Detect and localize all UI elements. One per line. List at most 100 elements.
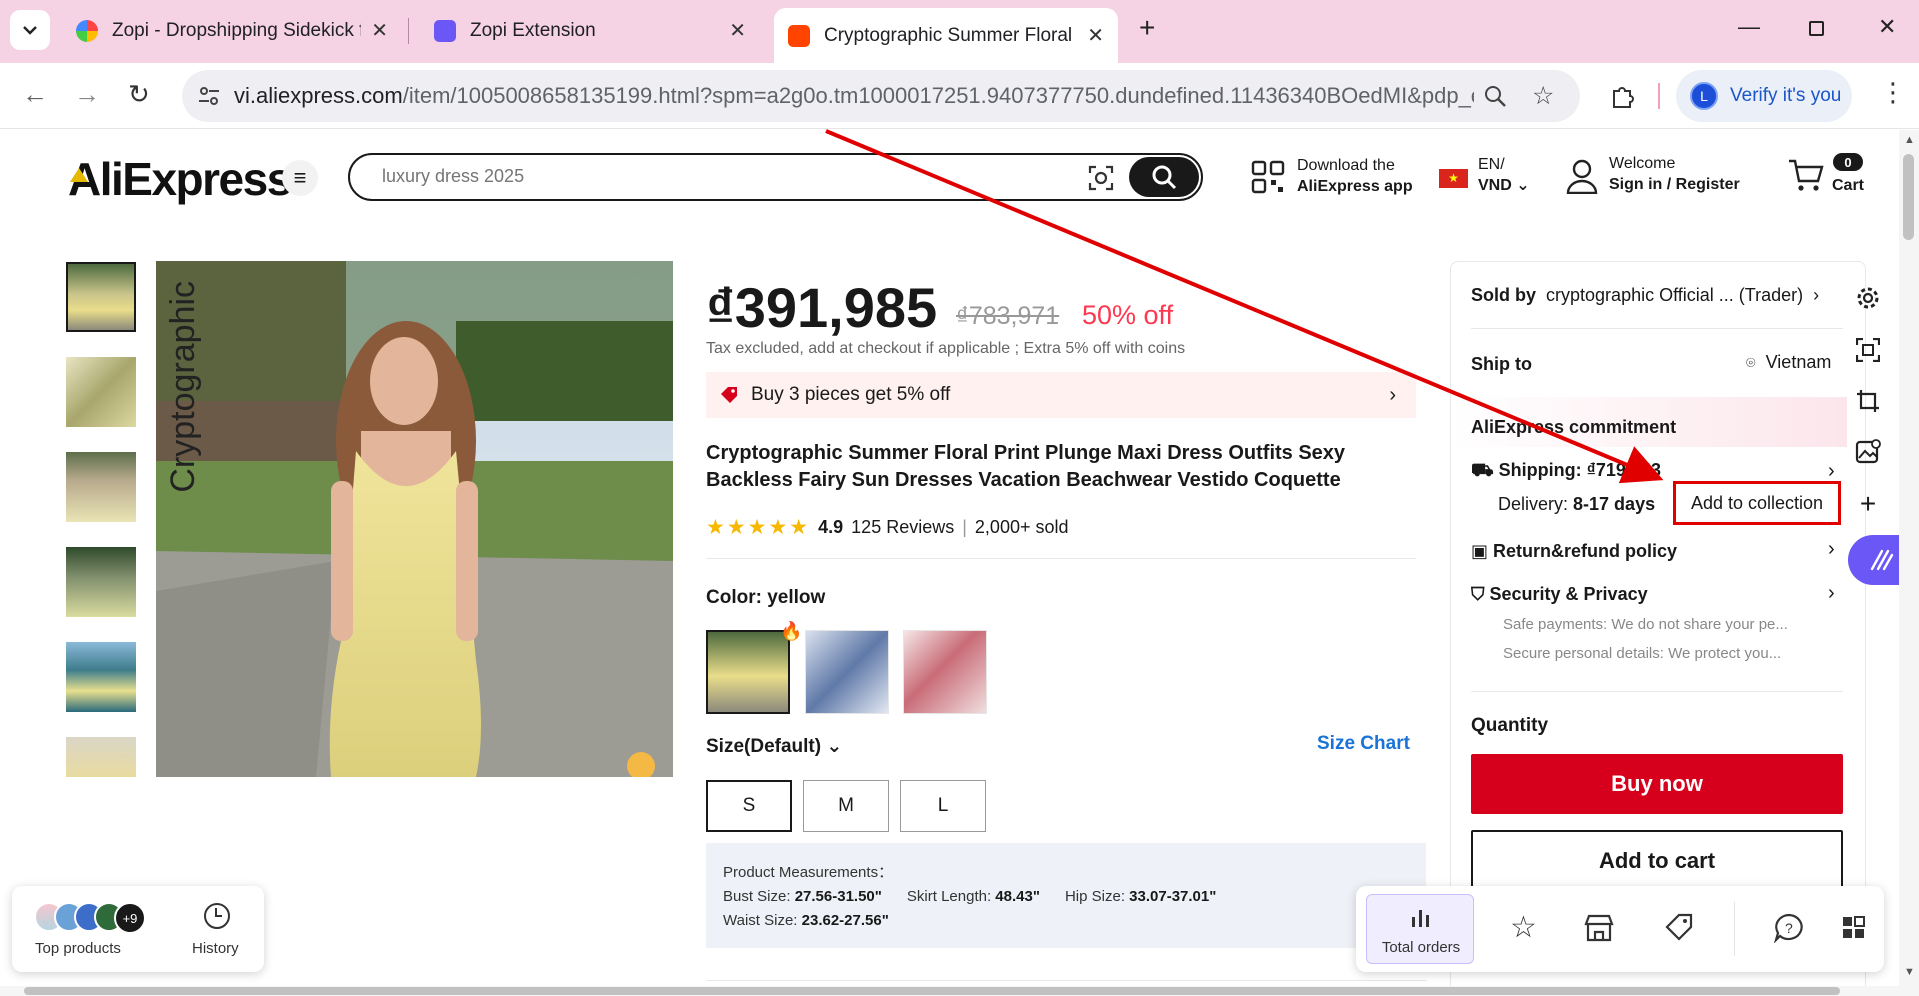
download-line2: AliExpress app bbox=[1297, 178, 1413, 195]
tab-search-button[interactable] bbox=[10, 10, 50, 50]
thumbnail-5[interactable] bbox=[66, 642, 136, 712]
toolbar-divider bbox=[1658, 83, 1660, 109]
url-path: /item/1005008658135199.html?spm=a2g0o.tm… bbox=[402, 83, 1474, 108]
bookmark-star-icon[interactable]: ☆ bbox=[1532, 81, 1554, 111]
store-icon[interactable] bbox=[1584, 914, 1614, 942]
scrollbar-thumb[interactable] bbox=[24, 987, 1840, 995]
zoom-icon[interactable] bbox=[1484, 85, 1506, 107]
color-swatch-yellow[interactable] bbox=[706, 630, 790, 714]
category-menu-icon[interactable]: ≡ bbox=[282, 160, 318, 196]
thumbnail-4[interactable] bbox=[66, 547, 136, 617]
close-tab-icon[interactable]: ✕ bbox=[371, 18, 388, 43]
new-tab-icon[interactable]: + bbox=[1139, 12, 1155, 44]
close-window-icon[interactable]: ✕ bbox=[1878, 14, 1896, 40]
user-icon[interactable] bbox=[1566, 158, 1598, 194]
restore-window-icon[interactable] bbox=[1809, 21, 1824, 36]
total-orders-button[interactable]: Total orders bbox=[1366, 894, 1474, 964]
chevron-right-icon[interactable]: › bbox=[1828, 582, 1835, 605]
minimize-window-icon[interactable]: — bbox=[1738, 14, 1760, 40]
thumbnail-3[interactable] bbox=[66, 452, 136, 522]
tab-zopi-sidekick[interactable]: Zopi - Dropshipping Sidekick fo ✕ bbox=[62, 8, 402, 53]
size-selector-label[interactable]: Size(Default) ⌄ bbox=[706, 735, 842, 758]
color-swatch-pink[interactable] bbox=[903, 630, 987, 714]
ship-to-selector[interactable]: ⌾ Vietnam bbox=[1746, 352, 1831, 373]
search-button[interactable] bbox=[1129, 157, 1199, 197]
horizontal-scrollbar[interactable] bbox=[0, 986, 1899, 996]
main-product-image[interactable]: Cryptographic bbox=[156, 261, 673, 777]
rainbow-favicon-icon bbox=[76, 19, 98, 42]
tab-zopi-extension[interactable]: Zopi Extension ✕ bbox=[420, 8, 760, 53]
cart-icon[interactable] bbox=[1788, 158, 1824, 192]
search-input[interactable] bbox=[382, 166, 1082, 187]
cart-label[interactable]: Cart bbox=[1832, 177, 1864, 195]
thumbnail-6[interactable] bbox=[66, 737, 136, 777]
thumbnail-2[interactable] bbox=[66, 357, 136, 427]
screenshot-scan-icon[interactable] bbox=[1848, 330, 1888, 370]
zopi-logo-icon bbox=[1870, 549, 1894, 571]
favorite-star-icon[interactable]: ☆ bbox=[1510, 910, 1537, 945]
close-tab-icon[interactable]: ✕ bbox=[729, 18, 746, 43]
add-plus-icon[interactable]: + bbox=[1848, 484, 1888, 524]
waist-value: 23.62-27.56" bbox=[801, 912, 889, 929]
extensions-puzzle-icon[interactable] bbox=[1610, 83, 1636, 109]
thumbnail-1[interactable] bbox=[66, 262, 136, 332]
scroll-up-arrow-icon[interactable]: ▲ bbox=[1904, 134, 1915, 146]
vertical-scrollbar[interactable]: ▲ ▼ bbox=[1899, 130, 1919, 996]
skirt-label: Skirt Length: bbox=[906, 888, 992, 905]
price-tag-icon[interactable] bbox=[1664, 912, 1694, 942]
history-clock-icon[interactable] bbox=[204, 903, 230, 929]
original-price: ₫783,971 bbox=[956, 302, 1060, 330]
close-tab-icon[interactable]: ✕ bbox=[1087, 23, 1104, 48]
language-currency-selector[interactable]: EN/VND ⌄ bbox=[1478, 154, 1530, 196]
promo-banner[interactable]: Buy 3 pieces get 5% off › bbox=[706, 372, 1416, 418]
forward-icon[interactable]: → bbox=[74, 79, 100, 110]
image-add-icon[interactable] bbox=[1848, 432, 1888, 472]
chevron-down-icon: ⌄ bbox=[826, 736, 843, 757]
top-products-label[interactable]: Top products bbox=[35, 940, 121, 957]
chevron-right-icon[interactable]: › bbox=[1828, 460, 1835, 483]
address-bar[interactable]: vi.aliexpress.com/item/1005008658135199.… bbox=[182, 70, 1580, 122]
tab-aliexpress-product[interactable]: Cryptographic Summer Floral P ✕ bbox=[774, 8, 1118, 63]
browser-toolbar: ← → ↻ vi.aliexpress.com/item/10050086581… bbox=[0, 63, 1919, 129]
bust-label: Bust Size: bbox=[723, 888, 791, 905]
buy-now-button[interactable]: Buy now bbox=[1471, 754, 1843, 814]
size-option-s[interactable]: S bbox=[706, 780, 792, 832]
review-count[interactable]: 125 Reviews bbox=[851, 517, 954, 538]
rating-row[interactable]: ★★★★★ 4.9 125 Reviews | 2,000+ sold bbox=[706, 515, 1069, 540]
sold-by-label: Sold by bbox=[1471, 285, 1537, 305]
delivery-row: Delivery: 8-17 days bbox=[1498, 494, 1655, 515]
svg-text:?: ? bbox=[1785, 920, 1793, 936]
image-search-icon[interactable] bbox=[1088, 165, 1114, 191]
product-avatars[interactable]: +9 bbox=[34, 902, 146, 934]
account-menu[interactable]: Welcome Sign in / Register bbox=[1609, 153, 1740, 195]
url-host: vi.aliexpress.com bbox=[234, 83, 403, 108]
site-info-icon[interactable] bbox=[198, 86, 220, 106]
size-chart-link[interactable]: Size Chart bbox=[1317, 733, 1410, 755]
seller-name[interactable]: cryptographic Official ... (Trader) bbox=[1546, 285, 1803, 305]
shipping-row[interactable]: ⛟ Shipping: ₫719,643 bbox=[1471, 460, 1661, 484]
add-to-cart-button[interactable]: Add to cart bbox=[1471, 830, 1843, 892]
history-label[interactable]: History bbox=[192, 940, 239, 957]
size-option-m[interactable]: M bbox=[803, 780, 889, 832]
aliexpress-logo[interactable]: AliExpress bbox=[68, 152, 292, 206]
browser-menu-icon[interactable]: ⋮ bbox=[1880, 77, 1906, 108]
color-swatch-blue[interactable] bbox=[805, 630, 889, 714]
profile-verify-button[interactable]: L Verify it's you bbox=[1676, 70, 1852, 122]
hot-flame-icon: 🔥 bbox=[780, 621, 803, 641]
scroll-down-arrow-icon[interactable]: ▼ bbox=[1904, 966, 1915, 978]
divider bbox=[1471, 691, 1843, 692]
crop-icon[interactable] bbox=[1848, 381, 1888, 421]
return-policy-row[interactable]: ▣ Return&refund policy bbox=[1471, 541, 1677, 562]
hip-value: 33.07-37.01" bbox=[1129, 888, 1217, 905]
size-option-l[interactable]: L bbox=[900, 780, 986, 832]
signin-link[interactable]: Sign in / Register bbox=[1609, 174, 1740, 195]
reload-icon[interactable]: ↻ bbox=[128, 79, 150, 110]
help-chat-icon[interactable]: ? bbox=[1774, 913, 1804, 943]
grid-menu-icon[interactable] bbox=[1842, 916, 1868, 940]
chevron-right-icon[interactable]: › bbox=[1828, 538, 1835, 561]
scrollbar-thumb[interactable] bbox=[1903, 154, 1914, 240]
settings-gear-icon[interactable] bbox=[1848, 278, 1888, 318]
seller-row[interactable]: Sold by cryptographic Official ... (Trad… bbox=[1471, 285, 1819, 306]
security-row[interactable]: ⛉ Security & Privacy bbox=[1471, 584, 1648, 605]
back-icon[interactable]: ← bbox=[22, 79, 48, 110]
